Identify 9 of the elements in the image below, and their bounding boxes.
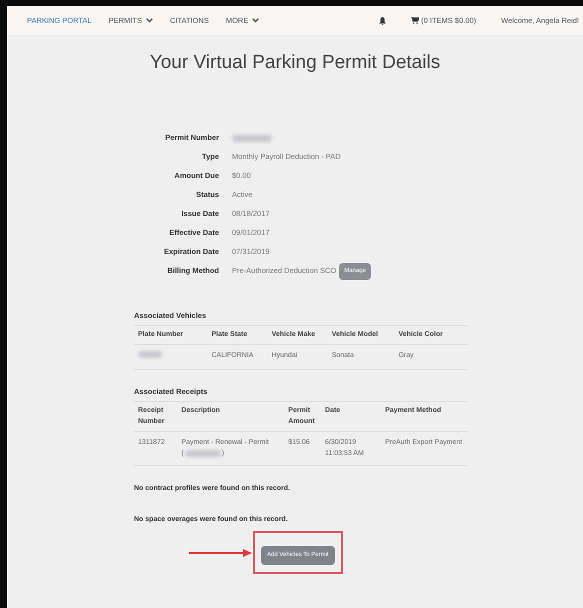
cart-icon[interactable]: [411, 17, 420, 24]
chevron-down-icon: [146, 18, 153, 23]
arrow-annotation: [189, 548, 252, 556]
redacted-blur: [232, 134, 272, 142]
page-title: Your Virtual Parking Permit Details: [148, 51, 442, 75]
redacted-blur: [184, 450, 221, 458]
bell-icon[interactable]: [379, 16, 386, 24]
chevron-down-icon: [252, 18, 260, 23]
redacted-blur: [138, 351, 162, 358]
